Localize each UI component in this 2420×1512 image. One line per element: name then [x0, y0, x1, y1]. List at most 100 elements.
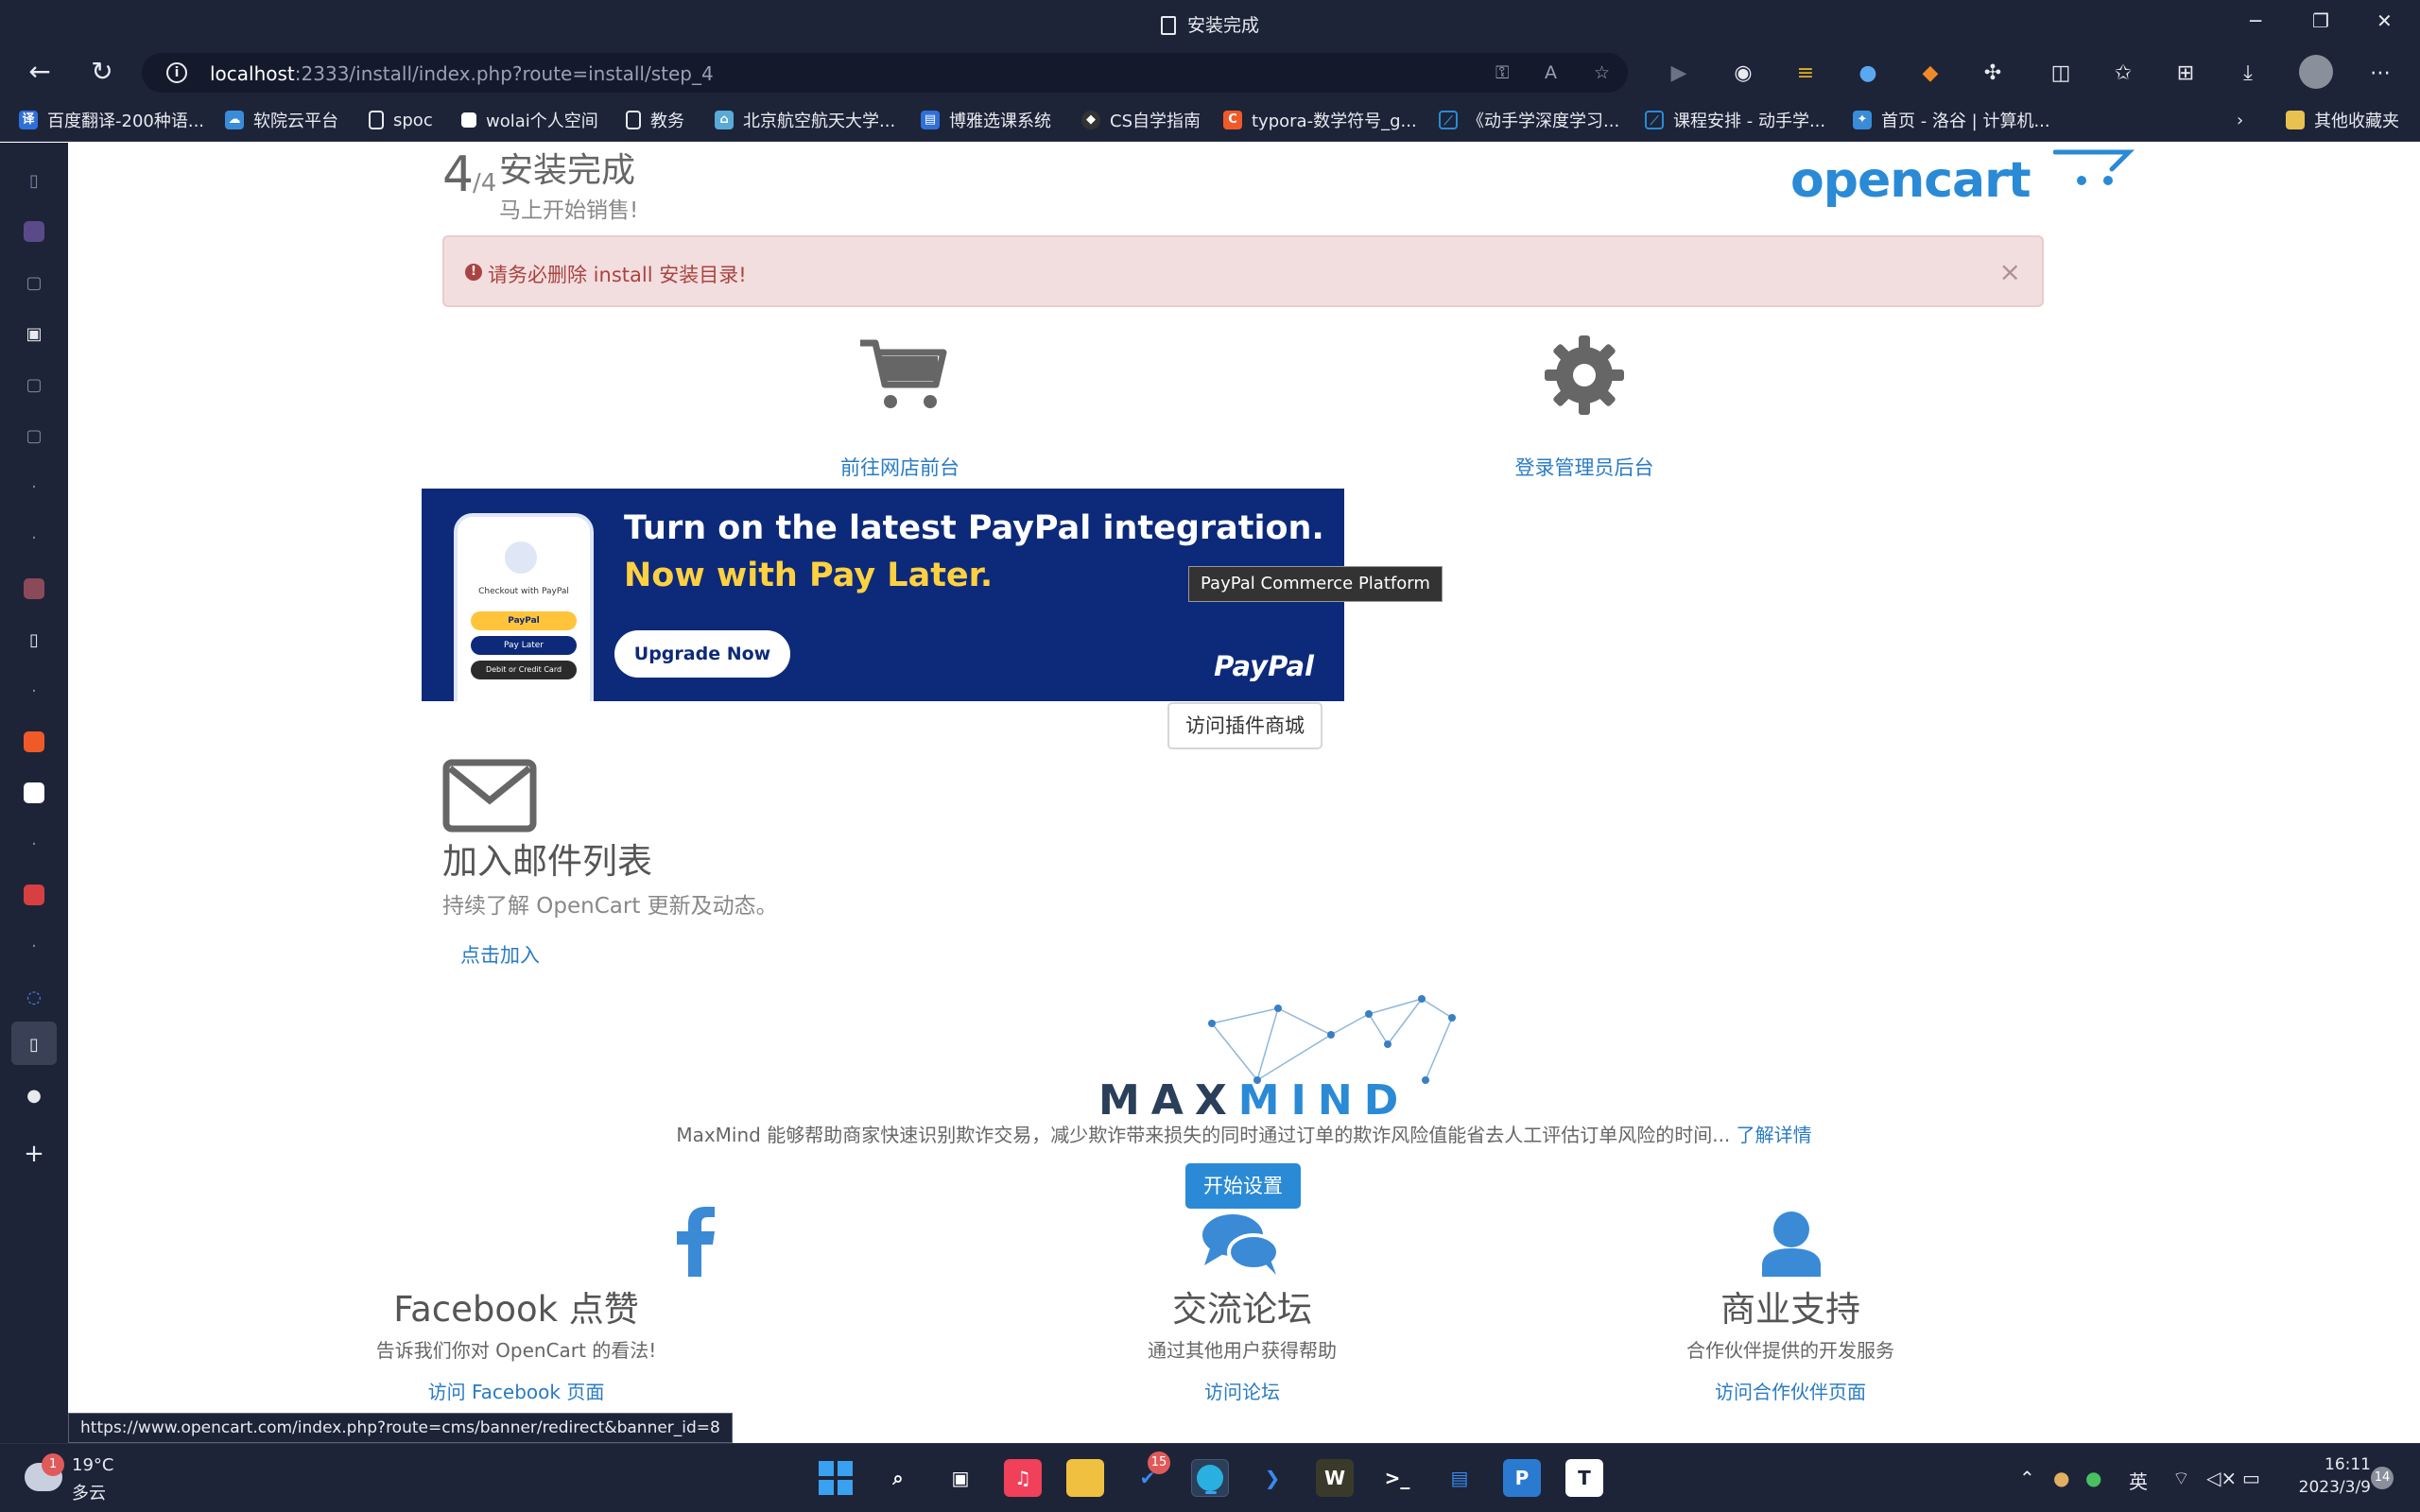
tab-dot-icon[interactable]: · [21, 473, 47, 500]
metamask-icon[interactable]: ◆ [1917, 62, 1944, 85]
minimize-button[interactable]: ─ [2250, 9, 2261, 32]
tab-c-icon[interactable] [21, 729, 47, 755]
site-info-icon[interactable]: i [166, 62, 187, 83]
close-window-button[interactable]: ✕ [2377, 9, 2393, 32]
split-screen-icon[interactable]: ◫ [2048, 62, 2074, 85]
bookmark-buaa[interactable]: ⌂ 北京航空航天大学... [715, 108, 895, 132]
ime-indicator[interactable]: 英 [2129, 1467, 2148, 1494]
p-app-icon[interactable]: P [1503, 1459, 1541, 1497]
edge-browser-icon[interactable] [1191, 1459, 1229, 1497]
bookmark-typora[interactable]: Ctypora-数学符号_g... [1223, 108, 1417, 132]
cloud-icon: ☁ [225, 111, 244, 129]
tab-pp-icon[interactable] [21, 576, 47, 602]
bookmark-spoc[interactable]: spoc [369, 108, 433, 132]
tab-search-icon[interactable]: · [21, 678, 47, 704]
tab-page-icon[interactable]: ▢ [21, 422, 47, 449]
upgrade-now-button[interactable]: Upgrade Now [614, 630, 790, 678]
weather-temperature[interactable]: 19°C [72, 1455, 113, 1475]
url-text[interactable]: localhost:2333/install/index.php?route=i… [210, 62, 714, 85]
extension-globe-icon[interactable]: ● [1855, 62, 1881, 85]
notification-badge[interactable]: 14 [2371, 1467, 2394, 1489]
join-mailing-link[interactable]: 点击加入 [460, 940, 540, 969]
tab-page-icon[interactable]: ▢ [21, 269, 47, 296]
collections-icon[interactable]: ⊞ [2172, 62, 2199, 85]
tab-loading-icon[interactable]: ◌ [21, 984, 47, 1010]
volume-muted-icon[interactable]: ◁× [2206, 1467, 2237, 1489]
key-icon[interactable]: ⚿ [1495, 62, 1509, 83]
bookmark-d2l[interactable]: ⟋ 《动手学深度学习... [1439, 108, 1619, 132]
forum-link[interactable]: 访问论坛 [996, 1377, 1488, 1404]
back-button[interactable]: ← [21, 53, 59, 91]
notepad-icon[interactable]: ▤ [1441, 1459, 1478, 1497]
wps-icon[interactable]: W [1316, 1459, 1354, 1497]
refresh-button[interactable]: ↻ [83, 53, 121, 91]
weather-description[interactable]: 多云 [72, 1480, 106, 1504]
phone-card-button: Debit or Credit Card [471, 661, 577, 679]
maxmind-setup-button[interactable]: 开始设置 [1185, 1163, 1301, 1209]
plugin-store-button[interactable]: 访问插件商城 [1167, 702, 1322, 749]
bookmark-wolai[interactable]: wolai个人空间 [461, 108, 598, 132]
extension-owl-icon[interactable]: ◉ [1730, 62, 1756, 85]
bookmark-luogu[interactable]: ✦ 首页 - 洛谷 | 计算机... [1853, 108, 2050, 132]
tab-page-icon[interactable]: ▯ [21, 627, 47, 653]
file-explorer-icon[interactable] [1066, 1459, 1104, 1497]
admin-login-link[interactable]: 登录管理员后台 [1357, 453, 1811, 481]
alert-close-button[interactable]: × [1999, 256, 2021, 287]
battery-icon[interactable]: ▭ [2242, 1467, 2260, 1489]
wifi-icon[interactable]: ⌔ [2172, 1467, 2190, 1490]
tab-search-icon[interactable]: · [21, 831, 47, 857]
todo-badge: 15 [1148, 1452, 1170, 1474]
storefront-link[interactable]: 前往网店前台 [673, 453, 1127, 481]
vertical-tabs-sidebar: ▯ ▢ ▣ ▢ ▢ · · ▯ · · · ◌ ▯ ● + [0, 143, 68, 1443]
vscode-icon[interactable]: ❯ [1253, 1459, 1291, 1497]
bookmark-d2l-schedule[interactable]: ⟋ 课程安排 - 动手学... [1645, 108, 1825, 132]
new-tab-icon[interactable]: + [21, 1140, 47, 1168]
typora-icon[interactable]: T [1565, 1459, 1603, 1497]
terminal-icon[interactable]: >_ [1378, 1459, 1416, 1497]
extensions-icon[interactable]: ✣ [1979, 62, 2006, 85]
add-favorite-icon[interactable]: ☆ [1594, 62, 1610, 83]
tab-h-icon[interactable] [21, 218, 47, 245]
extension-bar-icon[interactable]: ≡ [1792, 62, 1819, 85]
search-icon[interactable]: ⌕ [879, 1459, 917, 1497]
learn-more-link[interactable]: 了解详情 [1737, 1124, 1812, 1146]
cart-circle-icon [505, 541, 537, 574]
phone-mockup: Checkout with PayPal PayPal Pay Later De… [454, 513, 594, 701]
restore-button[interactable]: ❐ [2312, 9, 2329, 32]
tab-dot-icon[interactable]: · [21, 524, 47, 551]
bookmark-course-selection[interactable]: ▤ 博雅选课系统 [921, 108, 1051, 132]
wechat-icon[interactable]: ● [2085, 1467, 2101, 1489]
favorites-icon[interactable]: ✩ [2110, 62, 2136, 85]
chevron-up-icon[interactable]: ⌃ [2019, 1467, 2035, 1489]
bookmark-other-folder[interactable]: 其他收藏夹 [2286, 108, 2399, 132]
tray-cat-icon[interactable]: ● [2053, 1467, 2069, 1489]
play-icon[interactable]: ▶ [1666, 62, 1692, 85]
tab-github-icon[interactable]: ● [21, 1082, 47, 1108]
more-menu-icon[interactable]: ⋯ [2367, 62, 2394, 85]
bookmark-jiaowu[interactable]: 教务 [626, 108, 684, 132]
read-aloud-icon[interactable]: A [1545, 62, 1557, 83]
downloads-icon[interactable]: ⤓ [2235, 62, 2261, 85]
start-button[interactable] [817, 1459, 855, 1497]
tab-page-icon[interactable]: ▢ [21, 371, 47, 398]
tab-stripe-icon[interactable] [21, 780, 47, 806]
tab-page-icon[interactable]: ▣ [21, 320, 47, 347]
profile-avatar[interactable] [2299, 55, 2333, 89]
facebook-title: Facebook 点赞 [393, 1289, 639, 1330]
tab-current-page-icon[interactable]: ▯ [21, 1031, 47, 1057]
address-bar[interactable]: i localhost:2333/install/index.php?route… [142, 53, 1628, 93]
music-app-icon[interactable]: ♫ [1004, 1459, 1042, 1497]
clock[interactable]: 16:11 2023/3/9 [2267, 1453, 2371, 1499]
tab-actions-icon[interactable]: ▯ [21, 167, 47, 194]
bookmark-cloud-platform[interactable]: ☁ 软院云平台 [225, 108, 338, 132]
tab-search-icon[interactable]: · [21, 933, 47, 959]
facebook-link[interactable]: 访问 Facebook 页面 [270, 1377, 762, 1404]
task-view-icon[interactable]: ▣ [942, 1459, 979, 1497]
partner-link[interactable]: 访问合作伙伴页面 [1545, 1377, 2036, 1404]
bookmarks-overflow-chevron[interactable]: › [2237, 108, 2243, 132]
bookmark-cs-guide[interactable]: ◆ CS自学指南 [1081, 108, 1201, 132]
d2l-icon: ⟋ [1439, 111, 1458, 129]
tab-pdf-icon[interactable] [21, 882, 47, 908]
bookmark-baidu-translate[interactable]: 译百度翻译-200种语... [19, 108, 204, 132]
folder-icon [2286, 111, 2305, 129]
